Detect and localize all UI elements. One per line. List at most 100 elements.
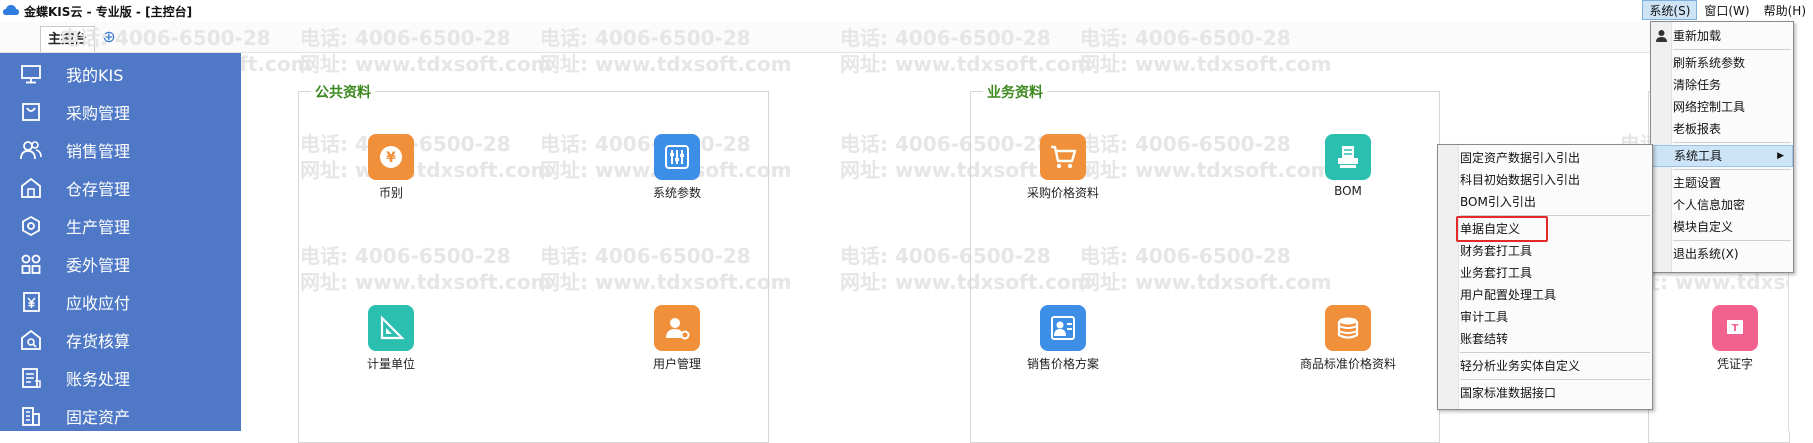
menu-item-label: 系统工具	[1674, 149, 1723, 163]
menu-separator	[1673, 49, 1791, 50]
window-title: 金蝶KIS云 - 专业版 - [主控台]	[24, 5, 193, 19]
tile-system-parameters[interactable]: 系统参数	[622, 134, 732, 201]
menu-help[interactable]: 帮助(H)	[1757, 0, 1813, 20]
menu-system[interactable]: 系统(S)	[1642, 0, 1698, 20]
menu-item-theme[interactable]: 主题设置	[1651, 172, 1793, 194]
menu-item-reload[interactable]: 重新加载	[1651, 25, 1793, 47]
tile-label: 商品标准价格资料	[1299, 357, 1396, 371]
sidebar-item-label: 存货核算	[66, 332, 131, 351]
price-user-icon	[1040, 305, 1086, 351]
menu-item-clear-tasks[interactable]: 清除任务	[1651, 74, 1793, 96]
sidebar-item-label: 生产管理	[66, 218, 131, 237]
warehouse-icon	[21, 177, 41, 198]
sidebar-item-my-kis[interactable]: 我的KIS	[0, 55, 241, 93]
menu-item-module-custom[interactable]: 模块自定义	[1651, 216, 1793, 238]
sidebar-item-ar-ap[interactable]: 应收应付	[0, 283, 241, 321]
menu-item-user-config-tool[interactable]: 用户配置处理工具	[1438, 284, 1652, 306]
menu-bar: 系统(S) 窗口(W) 帮助(H)	[1642, 0, 1813, 20]
system-tools-submenu: 固定资产数据引入引出 科目初始数据引入引出 BOM引入引出 单据自定义 财务套打…	[1437, 144, 1653, 410]
tile-voucher-word[interactable]: T 凭证字	[1680, 305, 1790, 372]
bom-icon	[1325, 134, 1371, 180]
tile-label: 销售价格方案	[1026, 357, 1099, 371]
menu-separator	[1673, 169, 1791, 170]
user-gear-icon	[654, 305, 700, 351]
plus-icon[interactable]: ⊕	[100, 28, 118, 46]
menu-item-finance-print-tool[interactable]: 财务套打工具	[1438, 240, 1652, 262]
tile-purchase-price[interactable]: 采购价格资料	[1008, 134, 1118, 201]
yen-document-icon	[23, 292, 40, 312]
menu-item-boss-report[interactable]: 老板报表	[1651, 118, 1793, 140]
menu-item-system-tools[interactable]: 系统工具 ▶	[1651, 145, 1793, 167]
menu-item-personal-encrypt[interactable]: 个人信息加密	[1651, 194, 1793, 216]
sidebar-item-inventory-costing[interactable]: 存货核算	[0, 321, 241, 359]
menu-item-light-analysis-entity[interactable]: 轻分析业务实体自定义	[1438, 355, 1652, 377]
svg-text:T: T	[1732, 323, 1739, 334]
menu-window[interactable]: 窗口(W)	[1697, 0, 1756, 20]
tile-sales-price-plan[interactable]: 销售价格方案	[1008, 305, 1118, 372]
menu-separator	[1460, 352, 1650, 353]
tile-label: 用户管理	[652, 357, 701, 371]
users-icon	[20, 141, 42, 160]
panel-title: 公共资料	[311, 82, 375, 102]
system-menu: 重新加载 刷新系统参数 清除任务 网络控制工具 老板报表 系统工具 ▶ 主题设置…	[1650, 21, 1794, 273]
sidebar-item-fixed-assets[interactable]: 固定资产	[0, 397, 241, 435]
shopping-bag-icon	[22, 103, 40, 121]
menu-item-network-tool[interactable]: 网络控制工具	[1651, 96, 1793, 118]
cart-icon	[1040, 134, 1086, 180]
sidebar-item-label: 账务处理	[66, 370, 131, 389]
sidebar-item-warehouse[interactable]: 仓存管理	[0, 169, 241, 207]
tile-label: BOM	[1334, 184, 1362, 198]
monitor-icon	[21, 65, 41, 84]
sidebar-item-label: 应收应付	[66, 294, 131, 313]
menu-separator	[1673, 142, 1791, 143]
sidebar-item-production[interactable]: 生产管理	[0, 207, 241, 245]
menu-item-national-standard-interface[interactable]: 国家标准数据接口	[1438, 382, 1652, 404]
sidebar-item-label: 销售管理	[66, 142, 131, 161]
tile-label: 计量单位	[366, 357, 415, 371]
tile-currency[interactable]: ¥ 币别	[336, 134, 446, 201]
tab-main-console[interactable]: 主控台	[40, 26, 96, 52]
menu-separator	[1673, 240, 1791, 241]
reload-icon	[1656, 30, 1667, 42]
menu-item-account-init-import[interactable]: 科目初始数据引入引出	[1438, 169, 1652, 191]
tile-user-management[interactable]: 用户管理	[622, 305, 732, 372]
menu-item-exit[interactable]: 退出系统(X)	[1651, 243, 1793, 265]
sidebar-item-label: 仓存管理	[66, 180, 131, 199]
ledger-icon	[22, 368, 41, 388]
tab-bar: 主控台 ⊕	[0, 22, 1813, 53]
sidebar-item-label: 委外管理	[66, 256, 131, 275]
tile-label: 币别	[378, 186, 403, 200]
title-bar: 金蝶KIS云 - 专业版 - [主控台] 系统(S) 窗口(W) 帮助(H)	[0, 0, 1813, 22]
kingdee-cloud-logo-icon	[3, 5, 19, 15]
sidebar-item-purchase[interactable]: 采购管理	[0, 93, 241, 131]
tile-standard-price[interactable]: 商品标准价格资料	[1293, 305, 1403, 372]
sidebar-item-label: 采购管理	[66, 104, 131, 123]
sidebar-item-sales[interactable]: 销售管理	[0, 131, 241, 169]
currency-icon: ¥	[368, 134, 414, 180]
tile-label: 采购价格资料	[1026, 186, 1099, 200]
menu-item-bom-import[interactable]: BOM引入引出	[1438, 191, 1652, 213]
tile-unit-of-measure[interactable]: 计量单位	[336, 305, 446, 372]
sliders-icon	[654, 134, 700, 180]
outsource-icon	[21, 254, 41, 274]
menu-item-refresh-params[interactable]: 刷新系统参数	[1651, 52, 1793, 74]
menu-item-fixed-asset-import[interactable]: 固定资产数据引入引出	[1438, 147, 1652, 169]
sidebar: 我的KIS 采购管理 销售管理 仓存管理 生产管理 委外管理 应收应付 存货核算…	[0, 53, 241, 431]
tile-label: 凭证字	[1716, 357, 1753, 371]
inventory-search-icon	[21, 329, 41, 350]
voucher-icon: T	[1712, 305, 1758, 351]
panel-title: 业务资料	[983, 82, 1047, 102]
submenu-arrow-icon: ▶	[1777, 151, 1784, 161]
menu-separator	[1460, 379, 1650, 380]
menu-item-label: 重新加载	[1673, 29, 1722, 43]
svg-text:¥: ¥	[386, 150, 396, 166]
hexagon-gear-icon	[22, 215, 40, 237]
sidebar-item-label: 我的KIS	[66, 66, 124, 85]
sidebar-item-label: 固定资产	[66, 408, 131, 427]
sidebar-item-accounting[interactable]: 账务处理	[0, 359, 241, 397]
menu-item-year-end-carryover[interactable]: 账套结转	[1438, 328, 1652, 350]
tile-bom[interactable]: BOM	[1293, 134, 1403, 198]
menu-item-business-print-tool[interactable]: 业务套打工具	[1438, 262, 1652, 284]
sidebar-item-outsource[interactable]: 委外管理	[0, 245, 241, 283]
menu-item-audit-tool[interactable]: 审计工具	[1438, 306, 1652, 328]
